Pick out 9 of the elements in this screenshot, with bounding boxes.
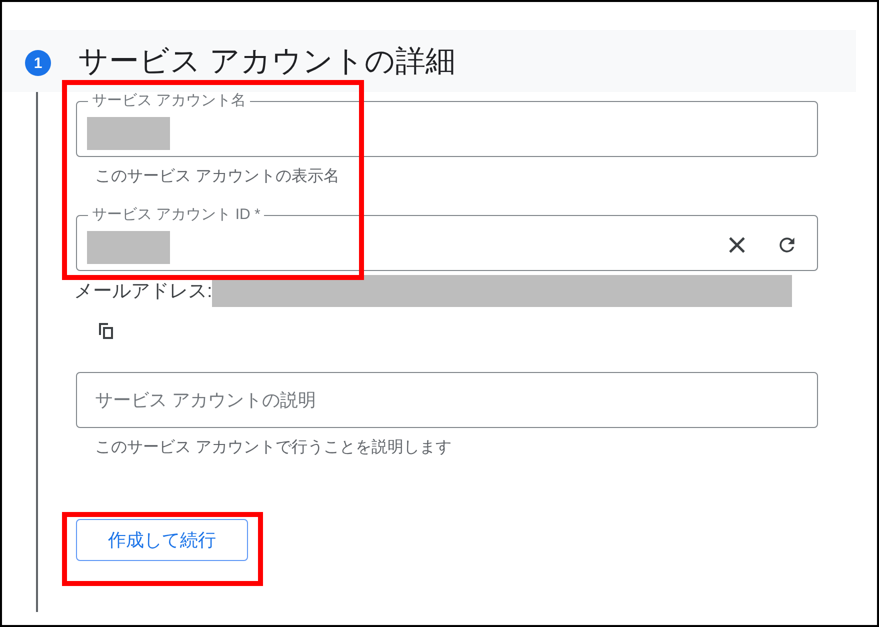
helper-text: このサービス アカウントの表示名	[95, 166, 340, 187]
description-field[interactable]: サービス アカウントの説明	[76, 372, 818, 428]
step-badge: 1	[25, 50, 51, 76]
helper-text: このサービス アカウントで行うことを説明します	[95, 438, 452, 458]
create-continue-button[interactable]: 作成して続行	[76, 519, 248, 561]
section-title: サービス アカウントの詳細	[78, 44, 456, 80]
email-label: メールアドレス:	[74, 280, 212, 304]
close-icon	[727, 235, 747, 255]
copy-icon	[97, 322, 115, 340]
